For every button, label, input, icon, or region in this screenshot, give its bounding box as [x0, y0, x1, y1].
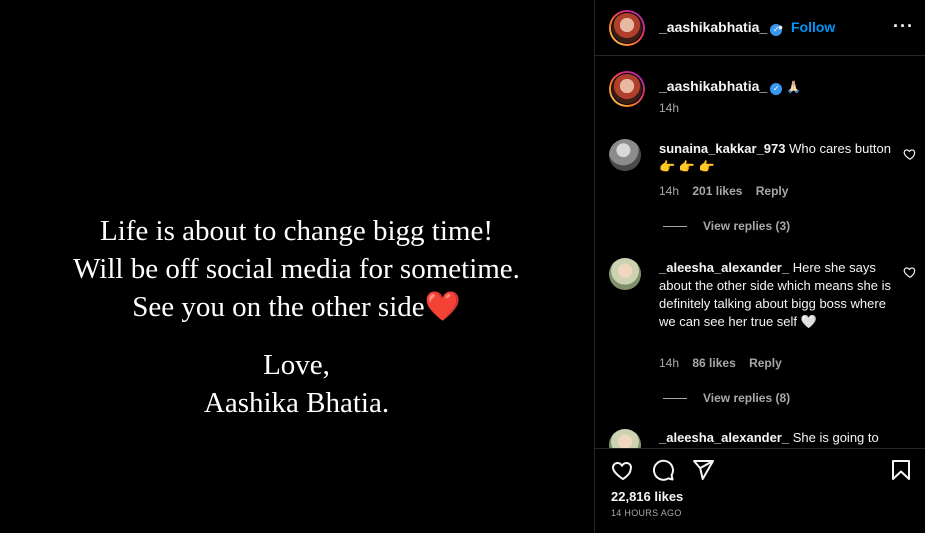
post-media: Life is about to change bigg time! Will …: [0, 0, 593, 533]
comment-likes[interactable]: 86 likes: [692, 356, 735, 370]
post-text: Life is about to change bigg time! Will …: [0, 212, 593, 422]
caption-username[interactable]: _aashikabhatia_ ✓ 🙏🏻: [659, 78, 801, 95]
more-options-icon[interactable]: ···: [893, 16, 914, 37]
comment-likes[interactable]: 201 likes: [692, 184, 742, 198]
view-replies-button[interactable]: View replies (8): [663, 391, 790, 405]
likes-count[interactable]: 22,816 likes: [611, 489, 683, 504]
post-line-1: Life is about to change bigg time!: [99, 215, 493, 247]
reply-button[interactable]: Reply: [756, 184, 789, 198]
caption-emoji: 🙏🏻: [786, 80, 802, 94]
comment-clipped: _aleesha_alexander_ She is going to: [595, 428, 925, 448]
comment-like-icon[interactable]: [903, 147, 917, 161]
post-line-2: Will be off social media for sometime.: [73, 253, 520, 285]
comment-time: 14h: [659, 356, 680, 370]
header-separator: •: [778, 19, 783, 35]
caption-time: 14h: [659, 101, 680, 115]
heart-icon[interactable]: [611, 458, 635, 482]
comment-text: _aleesha_alexander_ Here she says about …: [659, 260, 891, 329]
heart-emoji: ❤️: [424, 291, 461, 323]
reply-button[interactable]: Reply: [749, 356, 782, 370]
post-line-3: See you on the other side❤️: [132, 291, 461, 323]
caption-avatar[interactable]: [609, 71, 645, 107]
comment-icon[interactable]: [651, 458, 675, 482]
comment-avatar[interactable]: [609, 429, 641, 448]
verified-badge-icon: ✓: [770, 83, 783, 95]
post-header: _aashikabhatia_ ✓ • Follow ···: [595, 0, 925, 56]
author-username[interactable]: _aashikabhatia_ ✓: [659, 19, 783, 36]
share-icon[interactable]: [691, 458, 715, 482]
comment-username[interactable]: _aleesha_alexander_: [659, 430, 789, 445]
view-replies-button[interactable]: View replies (3): [663, 219, 790, 233]
comment-username[interactable]: _aleesha_alexander_: [659, 260, 789, 275]
comment-meta: 14h 86 likes Reply: [659, 356, 792, 370]
comment-like-icon[interactable]: [903, 265, 917, 279]
comment-time: 14h: [659, 184, 680, 198]
comment-text: sunaina_kakkar_973 Who cares button 👉 👉 …: [659, 141, 891, 174]
post-sign-off: Love,: [263, 349, 330, 381]
comment-avatar[interactable]: [609, 139, 641, 171]
details-panel: _aashikabhatia_ ✓ • Follow ··· _aashikabh…: [594, 0, 925, 533]
comment-meta: 14h 201 likes Reply: [659, 184, 798, 198]
posted-time: 14 HOURS AGO: [611, 508, 682, 518]
comment-avatar[interactable]: [609, 258, 641, 290]
follow-button[interactable]: Follow: [791, 19, 835, 35]
bookmark-icon[interactable]: [889, 458, 913, 482]
post-signature: Aashika Bhatia.: [203, 387, 390, 419]
comment-username[interactable]: sunaina_kakkar_973: [659, 141, 785, 156]
action-bar: 22,816 likes 14 HOURS AGO: [595, 448, 925, 533]
comment-text: _aleesha_alexander_ She is going to: [659, 430, 879, 445]
author-avatar[interactable]: [609, 10, 645, 46]
